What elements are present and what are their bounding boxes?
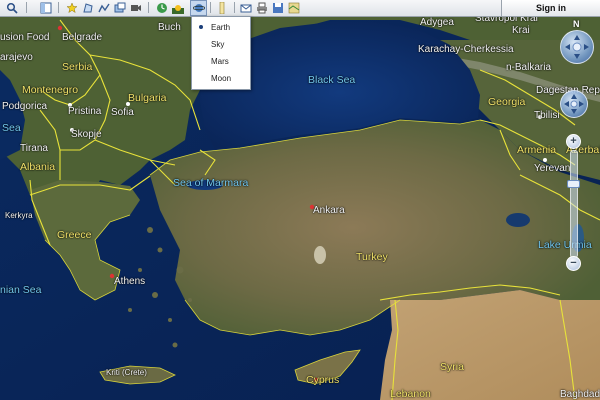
label-syria[interactable]: Syria (440, 362, 464, 373)
print-icon (257, 2, 267, 13)
label-sarajevo[interactable]: arajevo (0, 52, 33, 63)
planets-icon (192, 4, 205, 12)
toolbar-separator (148, 2, 149, 13)
menu-item-sky[interactable]: Sky (192, 36, 250, 52)
label-baghdad[interactable]: Baghdad (560, 389, 600, 400)
zoom-out-button[interactable]: − (566, 256, 581, 271)
label-buch[interactable]: Buch (158, 22, 181, 33)
label-black-sea[interactable]: Black Sea (308, 75, 355, 86)
map-imagery[interactable] (0, 0, 600, 400)
label-serbia[interactable]: Serbia (62, 62, 92, 73)
label-kabardino[interactable]: n-Balkaria (506, 62, 551, 73)
label-bulgaria[interactable]: Bulgaria (128, 93, 167, 104)
label-fusion-food[interactable]: usion Food (0, 32, 49, 43)
record-tour-icon (131, 4, 141, 11)
save-image-icon (273, 2, 283, 13)
label-montenegro[interactable]: Montenegro (22, 85, 78, 96)
selected-indicator-icon (199, 25, 203, 29)
label-greece[interactable]: Greece (57, 230, 91, 241)
planets-button[interactable] (190, 0, 207, 16)
sidebar-toggle-button[interactable] (38, 0, 54, 15)
historical-imagery-button[interactable] (154, 0, 170, 15)
menu-item-label: Mars (211, 57, 229, 66)
label-kerkyra[interactable]: Kerkyra (5, 210, 33, 221)
sidebar-toggle-icon (40, 2, 52, 13)
add-path-button[interactable] (96, 0, 112, 15)
zoom-slider-track[interactable] (570, 150, 578, 258)
move-control[interactable] (560, 90, 588, 118)
ruler-button[interactable] (214, 0, 230, 15)
add-overlay-button[interactable] (112, 0, 128, 15)
view-in-maps-button[interactable] (286, 0, 302, 15)
label-athens[interactable]: Athens (114, 276, 145, 287)
toolbar-separator (58, 2, 59, 13)
label-tbilisi[interactable]: Tbilisi (534, 110, 560, 121)
label-yerevan[interactable]: Yerevan (534, 163, 570, 174)
email-icon (240, 4, 252, 12)
label-skopje[interactable]: Skopje (71, 129, 102, 140)
label-belgrade[interactable]: Belgrade (62, 32, 102, 43)
sign-in-button[interactable]: Sign in (501, 0, 600, 16)
save-image-button[interactable] (270, 0, 286, 15)
historical-imagery-icon (157, 2, 167, 13)
label-lake-urmia[interactable]: Lake Urmia (538, 240, 592, 251)
earth-viewer: usion Food Belgrade arajevo Serbia Monte… (0, 0, 600, 400)
toolbar-separator (234, 2, 235, 13)
search-icon (6, 2, 18, 14)
label-sofia[interactable]: Sofia (111, 107, 134, 118)
label-tirana[interactable]: Tirana (20, 143, 48, 154)
email-button[interactable] (238, 0, 254, 15)
label-sea-left[interactable]: Sea (2, 123, 21, 134)
lake-van (506, 213, 530, 227)
planet-dropdown-menu: Earth Sky Mars Moon (191, 16, 251, 90)
menu-item-mars[interactable]: Mars (192, 53, 250, 69)
label-krasnodar[interactable]: Krai (512, 25, 530, 36)
zoom-slider-thumb[interactable] (567, 180, 580, 188)
satellite-map[interactable]: usion Food Belgrade arajevo Serbia Monte… (0, 0, 600, 400)
label-georgia[interactable]: Georgia (488, 97, 525, 108)
label-adygea[interactable]: Adygea (420, 17, 454, 28)
sunlight-icon (172, 4, 184, 14)
menu-item-label: Earth (211, 23, 231, 32)
view-in-maps-icon (288, 2, 300, 13)
add-placemark-button[interactable] (64, 0, 80, 15)
sunlight-button[interactable] (170, 0, 186, 15)
label-lebanon[interactable]: Lebanon (390, 389, 431, 400)
add-polygon-button[interactable] (80, 0, 96, 15)
top-toolbar: Sign in (0, 0, 600, 17)
label-turkey[interactable]: Turkey (356, 252, 388, 263)
polygon-icon (83, 2, 93, 12)
menu-item-earth[interactable]: Earth (192, 19, 250, 35)
label-podgorica[interactable]: Podgorica (2, 101, 47, 112)
ruler-icon (219, 1, 225, 14)
move-arrows-icon (564, 94, 584, 114)
label-sea-of-marmara[interactable]: Sea of Marmara (173, 178, 248, 189)
look-arrows-icon (565, 35, 589, 59)
search-button[interactable] (4, 0, 20, 15)
label-armenia[interactable]: Armenia (517, 145, 556, 156)
label-crete[interactable]: Kriti (Crete) (106, 367, 147, 378)
menu-item-moon[interactable]: Moon (192, 70, 250, 86)
label-karachay[interactable]: Karachay-Cherkessia (418, 44, 514, 55)
menu-item-label: Sky (211, 40, 225, 49)
label-albania[interactable]: Albania (20, 162, 55, 173)
zoom-in-button[interactable]: + (566, 134, 581, 149)
lake-tuz (314, 246, 326, 264)
label-ankara[interactable]: Ankara (313, 205, 345, 216)
look-around-control[interactable]: N (560, 19, 594, 64)
menu-item-label: Moon (211, 74, 232, 83)
north-indicator[interactable]: N (573, 19, 580, 29)
label-pristina[interactable]: Pristina (68, 106, 101, 117)
print-button[interactable] (254, 0, 270, 15)
placemark-pin-icon (66, 1, 78, 13)
path-icon (98, 3, 110, 12)
label-cyprus[interactable]: Cyprus (306, 375, 339, 386)
toolbar-separator (210, 2, 211, 13)
record-tour-button[interactable] (128, 0, 144, 15)
label-ionian-sea[interactable]: nian Sea (0, 285, 41, 296)
overlay-icon (114, 2, 126, 12)
toolbar-separator (26, 2, 27, 13)
